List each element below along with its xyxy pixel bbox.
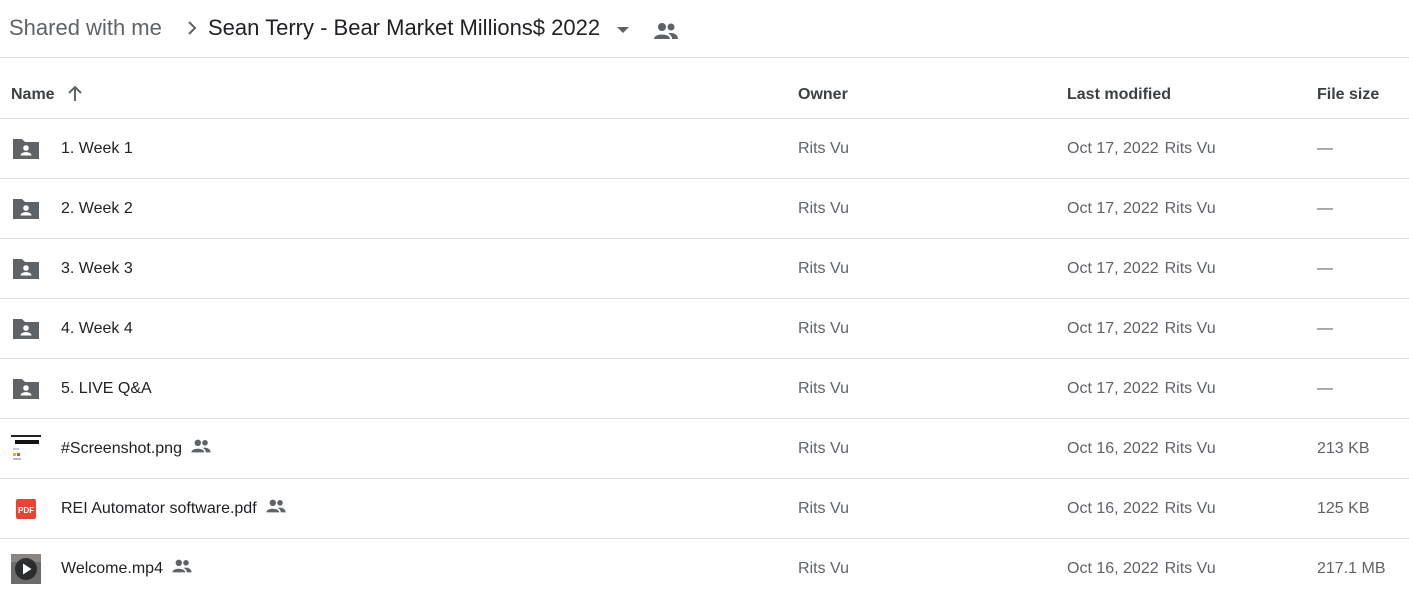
file-owner: Rits Vu: [798, 260, 849, 277]
file-owner: Rits Vu: [798, 380, 849, 397]
file-modified: Oct 17, 2022 Rits Vu: [1067, 140, 1216, 158]
pdf-icon-label: PDF: [18, 506, 34, 515]
file-modified: Oct 17, 2022 Rits Vu: [1067, 200, 1216, 218]
people-icon: [172, 559, 192, 573]
file-owner: Rits Vu: [798, 500, 849, 517]
shared-folder-icon: [13, 199, 39, 219]
file-row[interactable]: 3. Week 3 Rits Vu Oct 17, 2022 Rits Vu —: [0, 239, 1409, 299]
breadcrumb: Shared with me Sean Terry - Bear Market …: [0, 0, 1409, 58]
column-header-file-size[interactable]: File size: [1317, 86, 1379, 104]
file-owner: Rits Vu: [798, 440, 849, 457]
modified-by: Rits Vu: [1164, 260, 1216, 277]
file-row[interactable]: 4. Week 4 Rits Vu Oct 17, 2022 Rits Vu —: [0, 299, 1409, 359]
file-name: Welcome.mp4: [61, 559, 193, 578]
file-name: 5. LIVE Q&A: [61, 380, 152, 397]
file-name: REI Automator software.pdf: [61, 499, 287, 518]
modified-date: Oct 17, 2022: [1067, 200, 1159, 217]
column-header-name[interactable]: Name: [11, 86, 55, 104]
file-row[interactable]: PDF REI Automator software.pdf Rits Vu O…: [0, 479, 1409, 539]
file-owner: Rits Vu: [798, 560, 849, 577]
chevron-right-icon: [188, 21, 197, 35]
file-list: 1. Week 1 Rits Vu Oct 17, 2022 Rits Vu — …: [0, 119, 1409, 599]
file-row[interactable]: Welcome.mp4 Rits Vu Oct 16, 2022 Rits Vu …: [0, 539, 1409, 599]
modified-by: Rits Vu: [1164, 560, 1216, 577]
shared-folder-icon: [13, 319, 39, 339]
file-size: —: [1317, 200, 1333, 217]
modified-date: Oct 16, 2022: [1067, 440, 1159, 457]
modified-date: Oct 17, 2022: [1067, 380, 1159, 397]
file-name: 1. Week 1: [61, 140, 133, 157]
breadcrumb-shared-with-me[interactable]: Shared with me: [9, 15, 162, 41]
file-name: 2. Week 2: [61, 200, 133, 217]
breadcrumb-current-folder[interactable]: Sean Terry - Bear Market Millions$ 2022: [208, 15, 600, 41]
pdf-icon: PDF: [16, 499, 36, 519]
modified-by: Rits Vu: [1164, 200, 1216, 217]
file-modified: Oct 17, 2022 Rits Vu: [1067, 320, 1216, 338]
arrow-up-icon[interactable]: [66, 85, 84, 103]
file-modified: Oct 16, 2022 Rits Vu: [1067, 440, 1216, 458]
file-owner: Rits Vu: [798, 320, 849, 337]
file-name-text: REI Automator software.pdf: [61, 500, 257, 517]
file-modified: Oct 17, 2022 Rits Vu: [1067, 380, 1216, 398]
people-icon: [191, 439, 211, 453]
file-name-text: Welcome.mp4: [61, 560, 163, 577]
shared-folder-icon: [13, 259, 39, 279]
file-size: 125 KB: [1317, 500, 1370, 517]
modified-by: Rits Vu: [1164, 380, 1216, 397]
file-row[interactable]: 1. Week 1 Rits Vu Oct 17, 2022 Rits Vu —: [0, 119, 1409, 179]
file-size: —: [1317, 380, 1333, 397]
file-owner: Rits Vu: [798, 200, 849, 217]
modified-date: Oct 16, 2022: [1067, 500, 1159, 517]
people-icon: [654, 23, 678, 39]
modified-by: Rits Vu: [1164, 500, 1216, 517]
caret-down-icon[interactable]: [614, 24, 632, 36]
modified-date: Oct 17, 2022: [1067, 140, 1159, 157]
shared-folder-icon: [13, 139, 39, 159]
file-name: 3. Week 3: [61, 260, 133, 277]
file-size: —: [1317, 320, 1333, 337]
column-header-last-modified[interactable]: Last modified: [1067, 86, 1171, 104]
modified-by: Rits Vu: [1164, 320, 1216, 337]
people-icon: [266, 499, 286, 513]
modified-by: Rits Vu: [1164, 140, 1216, 157]
file-row[interactable]: 2. Week 2 Rits Vu Oct 17, 2022 Rits Vu —: [0, 179, 1409, 239]
video-thumbnail-icon: [11, 554, 41, 584]
file-size: —: [1317, 260, 1333, 277]
shared-folder-icon: [13, 379, 39, 399]
modified-date: Oct 17, 2022: [1067, 320, 1159, 337]
column-header-row: Name Owner Last modified File size: [0, 58, 1409, 119]
file-row[interactable]: #Screenshot.png Rits Vu Oct 16, 2022 Rits…: [0, 419, 1409, 479]
file-name-text: #Screenshot.png: [61, 440, 182, 457]
file-owner: Rits Vu: [798, 140, 849, 157]
file-size: 213 KB: [1317, 440, 1370, 457]
file-size: —: [1317, 140, 1333, 157]
column-header-owner[interactable]: Owner: [798, 86, 848, 104]
file-size: 217.1 MB: [1317, 560, 1386, 577]
image-thumbnail-icon: [11, 434, 41, 464]
file-name: 4. Week 4: [61, 320, 133, 337]
file-modified: Oct 17, 2022 Rits Vu: [1067, 260, 1216, 278]
file-row[interactable]: 5. LIVE Q&A Rits Vu Oct 17, 2022 Rits Vu …: [0, 359, 1409, 419]
modified-date: Oct 17, 2022: [1067, 260, 1159, 277]
file-modified: Oct 16, 2022 Rits Vu: [1067, 560, 1216, 578]
modified-date: Oct 16, 2022: [1067, 560, 1159, 577]
file-name: #Screenshot.png: [61, 439, 212, 458]
modified-by: Rits Vu: [1164, 440, 1216, 457]
file-modified: Oct 16, 2022 Rits Vu: [1067, 500, 1216, 518]
